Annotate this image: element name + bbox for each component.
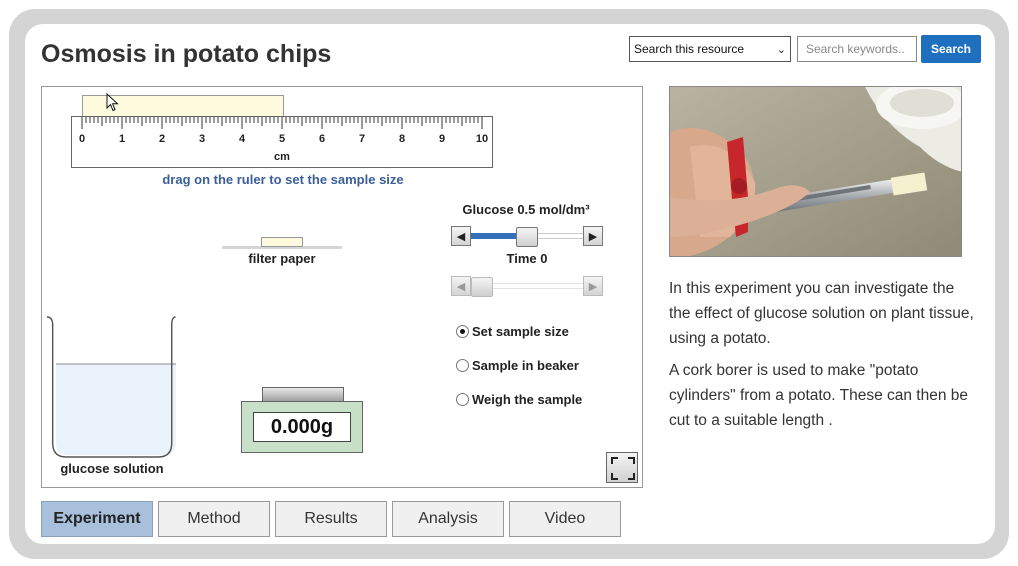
scale-reading: 0.000g: [253, 412, 351, 442]
ruler-tick-label: 10: [476, 133, 488, 145]
description-line: cylinders" from a potato. These can then…: [669, 387, 969, 404]
ruler[interactable]: 0 1 2 3 4 5 6 7 8 9 10 cm: [71, 116, 493, 168]
glucose-decrease-arrow-icon[interactable]: ◀: [451, 226, 471, 246]
time-increase-arrow-icon[interactable]: ▶: [583, 276, 603, 296]
time-track[interactable]: [471, 277, 583, 297]
search-scope-value: Search this resource: [634, 42, 745, 56]
mouse-cursor-icon: [106, 93, 119, 112]
simulation-panel: 0 1 2 3 4 5 6 7 8 9 10 cm drag on the ruler to set…: [41, 86, 643, 488]
fullscreen-button[interactable]: [606, 452, 638, 483]
ruler-tick-label: 3: [199, 133, 205, 145]
radio-checked-icon[interactable]: [456, 325, 469, 338]
ruler-tick-label: 9: [439, 133, 445, 145]
description-line: cut to a suitable length .: [669, 412, 833, 429]
time-decrease-arrow-icon[interactable]: ◀: [451, 276, 471, 296]
glucose-thumb[interactable]: [516, 227, 538, 247]
glucose-fill: [471, 233, 518, 239]
search-scope-select[interactable]: Search this resource ⌄: [629, 36, 791, 62]
description-line: using a potato.: [669, 330, 771, 347]
option-label: Sample in beaker: [472, 358, 579, 373]
chevron-down-icon: ⌄: [776, 43, 786, 56]
ruler-tick-label: 4: [239, 133, 246, 145]
description-line: the effect of glucose solution on plant …: [669, 305, 974, 322]
cork-borer-photo: [669, 86, 962, 257]
beaker[interactable]: [46, 315, 176, 460]
filter-paper: [222, 237, 342, 251]
search-placeholder: Search keywords..: [806, 42, 905, 56]
ruler-tick-label: 2: [159, 133, 165, 145]
option-label: Weigh the sample: [472, 392, 583, 407]
page-title: Osmosis in potato chips: [41, 40, 332, 68]
glucose-increase-arrow-icon[interactable]: ▶: [583, 226, 603, 246]
search-input[interactable]: Search keywords..: [797, 36, 917, 62]
time-label: Time 0: [506, 251, 548, 266]
beaker-label: glucose solution: [60, 461, 164, 476]
glucose-label: Glucose 0.5 mol/dm³: [462, 202, 590, 217]
ruler-tick-label: 8: [399, 133, 405, 145]
ruler-tick-label: 1: [119, 133, 125, 145]
option-label: Set sample size: [472, 324, 569, 339]
option-sample-in-beaker[interactable]: Sample in beaker: [456, 358, 579, 373]
ruler-unit: cm: [274, 151, 290, 163]
tab-video[interactable]: Video: [509, 501, 621, 537]
description-line: In this experiment you can investigate t…: [669, 280, 955, 297]
tab-analysis[interactable]: Analysis: [392, 501, 504, 537]
tab-method[interactable]: Method: [158, 501, 270, 537]
time-thumb[interactable]: [471, 277, 493, 297]
description-paragraph-2: A cork borer is used to make "potato cyl…: [669, 358, 989, 433]
radio-unchecked-icon[interactable]: [456, 393, 469, 406]
glucose-slider[interactable]: ◀ ▶: [451, 226, 603, 248]
filter-paper-sample: [261, 237, 303, 247]
option-set-sample-size[interactable]: Set sample size: [456, 324, 569, 339]
filter-paper-label: filter paper: [248, 251, 316, 266]
ruler-hint: drag on the ruler to set the sample size: [162, 172, 404, 187]
fullscreen-icon: [611, 457, 635, 480]
option-weigh-sample[interactable]: Weigh the sample: [456, 392, 582, 407]
ruler-tick-label: 5: [279, 133, 285, 145]
glucose-track[interactable]: [471, 227, 583, 247]
search-button[interactable]: Search: [921, 35, 981, 63]
tab-results[interactable]: Results: [275, 501, 387, 537]
ruler-tick-label: 6: [319, 133, 325, 145]
ruler-tick-label: 7: [359, 133, 365, 145]
time-slider[interactable]: ◀ ▶: [451, 276, 603, 298]
description-paragraph-1: In this experiment you can investigate t…: [669, 276, 989, 351]
weighing-scale: 0.000g: [241, 401, 363, 453]
description-line: A cork borer is used to make "potato: [669, 362, 919, 379]
radio-unchecked-icon[interactable]: [456, 359, 469, 372]
tab-experiment[interactable]: Experiment: [41, 501, 153, 537]
cork-borer-image: [670, 87, 961, 256]
ruler-tick-label: 0: [79, 133, 85, 145]
